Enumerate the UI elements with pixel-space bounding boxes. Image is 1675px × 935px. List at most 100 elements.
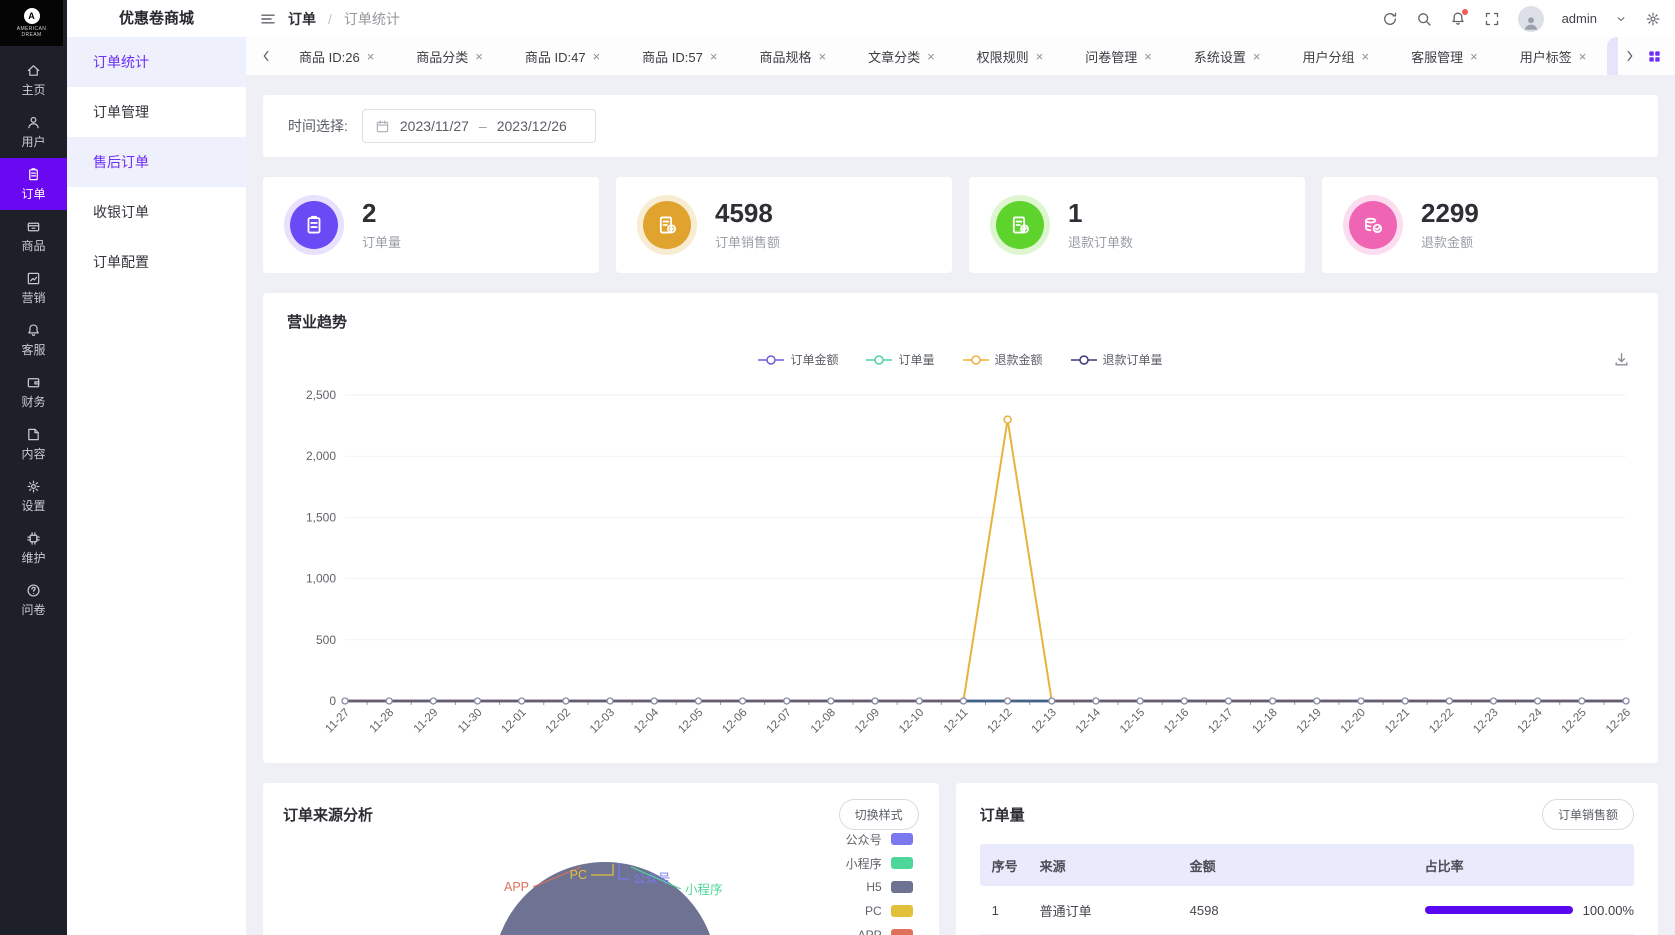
tab-close-icon[interactable]: ×: [1253, 49, 1261, 64]
svg-text:12-02: 12-02: [544, 707, 573, 736]
order-source-title: 订单来源分析: [283, 807, 374, 824]
search-icon[interactable]: [1416, 11, 1432, 27]
source-legend-item-公众号[interactable]: 公众号: [846, 827, 913, 851]
rail-item-用户[interactable]: 用户: [0, 106, 67, 158]
tab-商品 ID:57[interactable]: 商品 ID:57 ×: [621, 37, 738, 75]
tab-label: 系统设置: [1193, 49, 1246, 65]
fullscreen-icon[interactable]: [1484, 11, 1500, 27]
rail-item-内容[interactable]: 内容: [0, 418, 67, 470]
settings-gear-icon[interactable]: [1645, 11, 1661, 27]
rail-item-订单[interactable]: 订单: [0, 158, 67, 210]
source-legend-item-PC[interactable]: PC: [846, 899, 913, 923]
tab-close-icon[interactable]: ×: [475, 49, 483, 64]
table-row: 1 普通订单 4598 100.00%: [979, 886, 1634, 935]
table-header-占比率: 占比率: [1424, 858, 1464, 874]
tab-close-icon[interactable]: ×: [710, 49, 718, 64]
sidebar-item-订单统计[interactable]: 订单统计: [67, 37, 246, 87]
tab-订单统计[interactable]: 订单统计×: [1607, 37, 1618, 75]
date-filter-card: 时间选择: 2023/11/27 – 2023/12/26: [263, 95, 1658, 157]
tab-系统设置[interactable]: 系统设置 ×: [1173, 37, 1282, 75]
svg-text:12-06: 12-06: [720, 707, 749, 736]
svg-text:11-30: 11-30: [456, 707, 485, 736]
tab-close-icon[interactable]: ×: [818, 49, 826, 64]
tab-close-icon[interactable]: ×: [1579, 49, 1587, 64]
stat-card-退款金额: 2299 退款金额: [1322, 177, 1658, 273]
legend-item-订单量[interactable]: 订单量: [866, 351, 935, 368]
legend-marker-icon: [962, 354, 989, 365]
sidebar-item-订单配置[interactable]: 订单配置: [67, 237, 246, 287]
row-index: 1: [991, 902, 999, 918]
legend-marker-icon: [866, 354, 893, 365]
tab-label: 用户分组: [1302, 49, 1355, 65]
collapse-menu-icon[interactable]: [260, 11, 276, 27]
order-volume-title: 订单量: [979, 807, 1025, 824]
rail-item-设置[interactable]: 设置: [0, 470, 67, 522]
content-icon: [28, 428, 39, 440]
rail-item-维护[interactable]: 维护: [0, 522, 67, 574]
tab-商品规格[interactable]: 商品规格 ×: [738, 37, 847, 75]
tab-close-icon[interactable]: ×: [1470, 49, 1478, 64]
refresh-icon[interactable]: [1382, 11, 1398, 27]
notification-bell-icon[interactable]: [1450, 8, 1468, 27]
user-avatar[interactable]: [1517, 5, 1544, 32]
app-logo[interactable]: A AMERICAN DREAM: [0, 0, 63, 46]
tab-文章分类[interactable]: 文章分类 ×: [847, 37, 956, 75]
source-legend-item-H5[interactable]: H5: [846, 875, 913, 899]
tab-close-icon[interactable]: ×: [1036, 49, 1044, 64]
rail-item-主页[interactable]: 主页: [0, 54, 67, 106]
svg-text:12-15: 12-15: [1118, 707, 1147, 736]
rail-item-客服[interactable]: 客服: [0, 314, 67, 366]
order-sales-button[interactable]: 订单销售额: [1541, 799, 1634, 830]
svg-text:500: 500: [316, 633, 336, 647]
tab-label: 商品 ID:26: [299, 49, 360, 65]
tab-问卷管理[interactable]: 问卷管理 ×: [1064, 37, 1173, 75]
tab-商品分类[interactable]: 商品分类 ×: [395, 37, 504, 75]
sidebar-item-售后订单[interactable]: 售后订单: [67, 137, 246, 187]
username-label[interactable]: admin: [1562, 11, 1597, 26]
download-icon[interactable]: [1613, 351, 1630, 368]
legend-label: 订单金额: [790, 353, 839, 367]
toggle-style-button[interactable]: 切换样式: [838, 799, 919, 830]
tabs-scroll-right-icon[interactable]: [1618, 49, 1642, 63]
tab-close-icon[interactable]: ×: [1144, 49, 1152, 64]
tab-label: 用户标签: [1519, 49, 1572, 65]
legend-marker-icon: [1070, 354, 1097, 365]
rail-item-商品[interactable]: 商品: [0, 210, 67, 262]
tab-用户分组[interactable]: 用户分组 ×: [1282, 37, 1391, 75]
source-legend-item-小程序[interactable]: 小程序: [846, 851, 913, 875]
tab-close-icon[interactable]: ×: [367, 49, 375, 64]
tabs-scroll-left-icon[interactable]: [254, 49, 278, 63]
settings-gear-icon: [27, 479, 40, 493]
legend-item-订单金额[interactable]: 订单金额: [758, 351, 838, 368]
stat-label: 退款订单数: [1068, 234, 1134, 250]
breadcrumb-section[interactable]: 订单: [288, 9, 316, 29]
tab-用户标签[interactable]: 用户标签 ×: [1499, 37, 1608, 75]
rail-item-营销[interactable]: 营销: [0, 262, 67, 314]
tab-label: 权限规则: [976, 49, 1029, 65]
tab-客服管理[interactable]: 客服管理 ×: [1390, 37, 1499, 75]
svg-text:1,500: 1,500: [306, 510, 336, 524]
source-legend-item-APP[interactable]: APP: [846, 923, 913, 935]
tab-商品 ID:26[interactable]: 商品 ID:26 ×: [278, 37, 395, 75]
tab-close-icon[interactable]: ×: [927, 49, 935, 64]
rail-item-问卷[interactable]: 问卷: [0, 574, 67, 626]
tab-panel-grid-icon[interactable]: [1642, 49, 1667, 64]
date-separator: –: [478, 118, 487, 134]
tab-商品 ID:47[interactable]: 商品 ID:47 ×: [504, 37, 621, 75]
tab-close-icon[interactable]: ×: [1362, 49, 1370, 64]
legend-item-退款金额[interactable]: 退款金额: [962, 351, 1043, 368]
calendar-icon: [376, 120, 389, 132]
svg-text:12-05: 12-05: [676, 707, 705, 736]
tab-权限规则[interactable]: 权限规则 ×: [956, 37, 1065, 75]
stat-card-订单销售额: 4598 订单销售额: [616, 177, 952, 273]
legend-item-退款订单量[interactable]: 退款订单量: [1070, 351, 1163, 368]
rail-item-财务[interactable]: 财务: [0, 366, 67, 418]
chevron-down-icon[interactable]: [1615, 13, 1627, 25]
legend-label: 退款金额: [994, 353, 1043, 367]
date-range-input[interactable]: 2023/11/27 – 2023/12/26: [361, 109, 596, 143]
stat-label: 退款金额: [1421, 234, 1474, 250]
sidebar-item-收银订单[interactable]: 收银订单: [67, 187, 246, 237]
pie-slice-H5[interactable]: [493, 862, 717, 935]
sidebar-item-订单管理[interactable]: 订单管理: [67, 87, 246, 137]
tab-close-icon[interactable]: ×: [593, 49, 601, 64]
